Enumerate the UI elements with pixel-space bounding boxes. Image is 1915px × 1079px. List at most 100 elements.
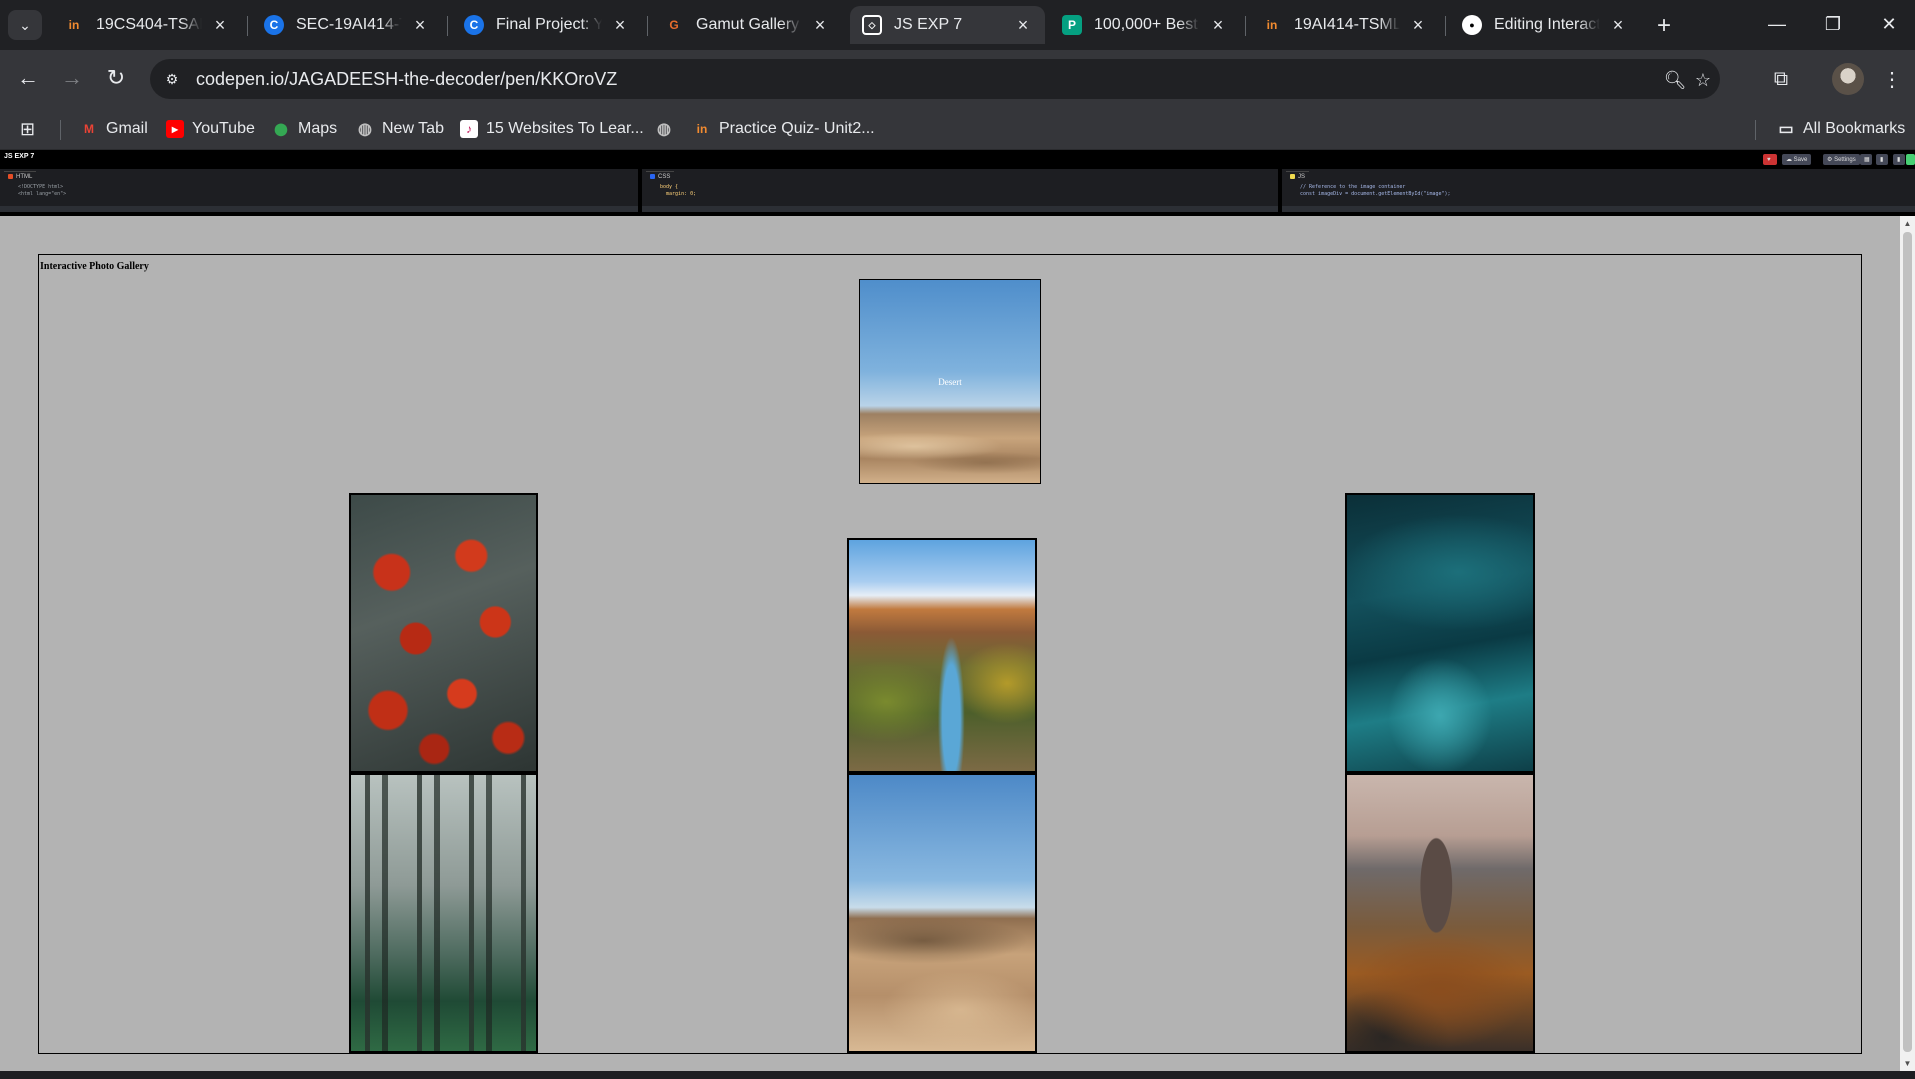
save-label: Save [1793, 156, 1808, 163]
tab-title: 100,000+ Best N [1094, 16, 1200, 33]
globe-icon: ◍ [657, 121, 671, 138]
music-note-icon: ♪ [460, 120, 478, 138]
heart-icon: ♥ [1767, 156, 1771, 163]
thumbnail-roses[interactable] [349, 493, 538, 773]
layout-icon: ▦ [1864, 157, 1870, 163]
close-icon[interactable]: × [810, 15, 830, 35]
pexels-icon: P [1062, 15, 1082, 35]
chevron-down-icon: ⌄ [19, 16, 31, 33]
reload-icon: ↻ [106, 65, 126, 90]
tab-2[interactable]: C SEC-19AI414-TSI × [252, 6, 442, 44]
close-icon[interactable]: × [210, 15, 230, 35]
run-button[interactable] [1906, 154, 1915, 165]
close-icon[interactable]: × [1408, 15, 1428, 35]
js-code[interactable]: // Reference to the image container cons… [1300, 184, 1451, 198]
more-icon: ▮ [1897, 157, 1901, 163]
all-bookmarks-button[interactable]: ▭ All Bookmarks [1777, 116, 1905, 142]
tab-4[interactable]: G Gamut Gallery | A × [652, 6, 842, 44]
bookmark-practice-quiz[interactable]: in Practice Quiz- Unit2... [693, 116, 875, 142]
tab-6[interactable]: P 100,000+ Best N × [1050, 6, 1240, 44]
html-editor-pane[interactable]: HTML <!DOCTYPE html> <html lang="en"> [0, 169, 642, 212]
codepen-pen-title[interactable]: JS EXP 7 [4, 153, 34, 160]
scrollbar-thumb[interactable] [1903, 232, 1912, 1052]
close-icon[interactable]: × [1608, 15, 1628, 35]
github-icon: ● [1462, 15, 1482, 35]
heart-button[interactable]: ♥ [1763, 154, 1777, 165]
bookmark-star-icon[interactable]: ☆ [1690, 67, 1716, 93]
html-tab[interactable]: HTML [4, 171, 37, 181]
bookmark-youtube[interactable]: ▶ YouTube [166, 116, 255, 142]
thumbnail-desert[interactable] [847, 773, 1037, 1053]
tab-title: Final Project: You [496, 16, 602, 33]
menu-kebab-icon[interactable]: ⋮ [1876, 63, 1908, 95]
settings-button[interactable]: ⚙ Settings [1823, 154, 1860, 165]
scroll-up-icon[interactable]: ▲ [1900, 216, 1915, 231]
js-tab[interactable]: JS [1286, 171, 1310, 181]
css-code[interactable]: body { margin: 0; [660, 184, 696, 198]
thumbnail-forest[interactable] [349, 773, 538, 1053]
preview-scrollbar[interactable]: ▲ ▼ [1900, 216, 1915, 1071]
close-icon[interactable]: × [410, 15, 430, 35]
bookmark-new-tab[interactable]: ◍ New Tab [356, 116, 444, 142]
thumbnail-zion-canyon[interactable] [847, 538, 1037, 773]
bookmark-gmail[interactable]: M Gmail [80, 116, 148, 142]
bookmark-label: Gmail [106, 120, 148, 137]
pen-preview: Interactive Photo Gallery Desert [0, 216, 1900, 1071]
more-button[interactable]: ▮ [1893, 154, 1905, 165]
gmail-icon: M [84, 122, 94, 136]
bookmark-globe[interactable]: ◍ [655, 116, 681, 142]
bookmark-maps[interactable]: ⬤ Maps [272, 116, 337, 142]
css-editor-pane[interactable]: CSS body { margin: 0; [642, 169, 1282, 212]
restore-button[interactable]: ❐ [1810, 8, 1856, 40]
reload-button[interactable]: ↻ [100, 62, 132, 94]
css-tab-label: CSS [658, 173, 671, 180]
close-icon[interactable]: × [610, 15, 630, 35]
tab-title: SEC-19AI414-TSI [296, 16, 402, 33]
close-icon[interactable]: × [1208, 15, 1228, 35]
js-editor-pane[interactable]: JS // Reference to the image container c… [1282, 169, 1915, 212]
codepen-header: JS EXP 7 ♥ ☁ Save ⚙ Settings ▦ ▮ ▮ [0, 150, 1915, 169]
tab-8[interactable]: ● Editing Interactiv × [1450, 6, 1640, 44]
zoom-icon[interactable]: 🔍︎ [1662, 67, 1688, 93]
thumbnail-ocean[interactable] [1345, 493, 1535, 773]
back-button[interactable]: ← [12, 62, 44, 94]
save-button[interactable]: ☁ Save [1782, 154, 1812, 165]
bookmark-label: New Tab [382, 120, 444, 137]
js-tab-label: JS [1298, 173, 1306, 180]
settings-label: Settings [1834, 156, 1856, 163]
new-tab-button[interactable]: + [1650, 12, 1678, 40]
plus-icon: + [1656, 12, 1671, 39]
bookmark-15-websites[interactable]: ♪ 15 Websites To Lear... [460, 116, 644, 142]
forward-button[interactable]: → [56, 62, 88, 94]
bookmark-label: 15 Websites To Lear... [486, 120, 644, 137]
css-tab[interactable]: CSS [646, 171, 675, 181]
thumbnail-castle[interactable] [1345, 773, 1535, 1053]
html-icon [8, 174, 13, 179]
tab-5-active[interactable]: ◇ JS EXP 7 × [850, 6, 1045, 44]
layout-button[interactable]: ▦ [1860, 154, 1872, 165]
extensions-icon[interactable]: ⧉ [1765, 63, 1797, 95]
profile-avatar[interactable] [1832, 63, 1864, 95]
scroll-down-icon[interactable]: ▼ [1900, 1056, 1915, 1071]
user-button[interactable]: ▮ [1876, 154, 1888, 165]
close-icon[interactable]: × [1013, 15, 1033, 35]
close-window-button[interactable]: ✕ [1866, 8, 1912, 40]
tab-7[interactable]: in 19AI414-TSML00 × [1250, 6, 1440, 44]
c-icon: C [264, 15, 284, 35]
js-icon [1290, 174, 1295, 179]
main-image[interactable]: Desert [859, 279, 1041, 484]
tab-title: Editing Interactiv [1494, 16, 1600, 33]
tab-3[interactable]: C Final Project: You × [452, 6, 642, 44]
folder-icon: ▭ [1778, 121, 1794, 138]
html-code[interactable]: <!DOCTYPE html> <html lang="en"> [18, 184, 66, 198]
address-bar[interactable]: ⚙ codepen.io/JAGADEESH-the-decoder/pen/K… [150, 59, 1720, 99]
apps-button[interactable]: ⊞ [20, 116, 35, 142]
tab-search-button[interactable]: ⌄ [8, 10, 42, 40]
tab-1[interactable]: in 19CS404-TSAI00 × [52, 6, 242, 44]
site-info-icon[interactable]: ⚙ [158, 65, 186, 93]
restore-icon: ❐ [1824, 13, 1842, 34]
address-url[interactable]: codepen.io/JAGADEESH-the-decoder/pen/KKO… [196, 69, 617, 90]
apps-grid-icon: ⊞ [20, 118, 36, 139]
minimize-button[interactable]: — [1754, 8, 1800, 40]
youtube-icon: ▶ [166, 120, 184, 138]
